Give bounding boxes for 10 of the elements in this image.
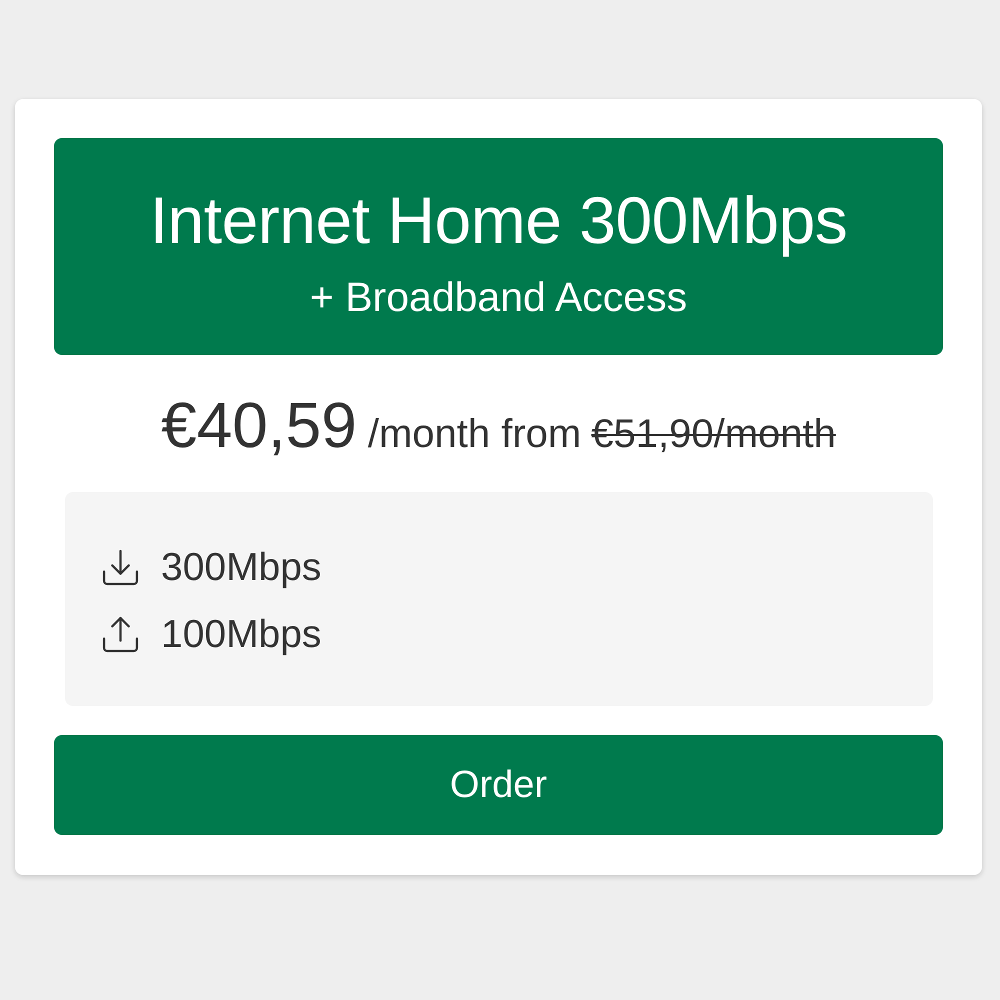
old-price: €51,90/month <box>591 412 836 457</box>
plan-subtitle: + Broadband Access <box>310 273 688 321</box>
price-period: /month from <box>368 412 582 457</box>
feature-text: 300Mbps <box>161 546 322 590</box>
plan-title: Internet Home 300Mbps <box>150 182 848 258</box>
download-icon <box>102 549 139 586</box>
feature-text: 100Mbps <box>161 612 322 656</box>
price-amount: €40,59 <box>161 388 357 463</box>
order-button[interactable]: Order <box>54 735 943 835</box>
upload-icon <box>102 616 139 653</box>
